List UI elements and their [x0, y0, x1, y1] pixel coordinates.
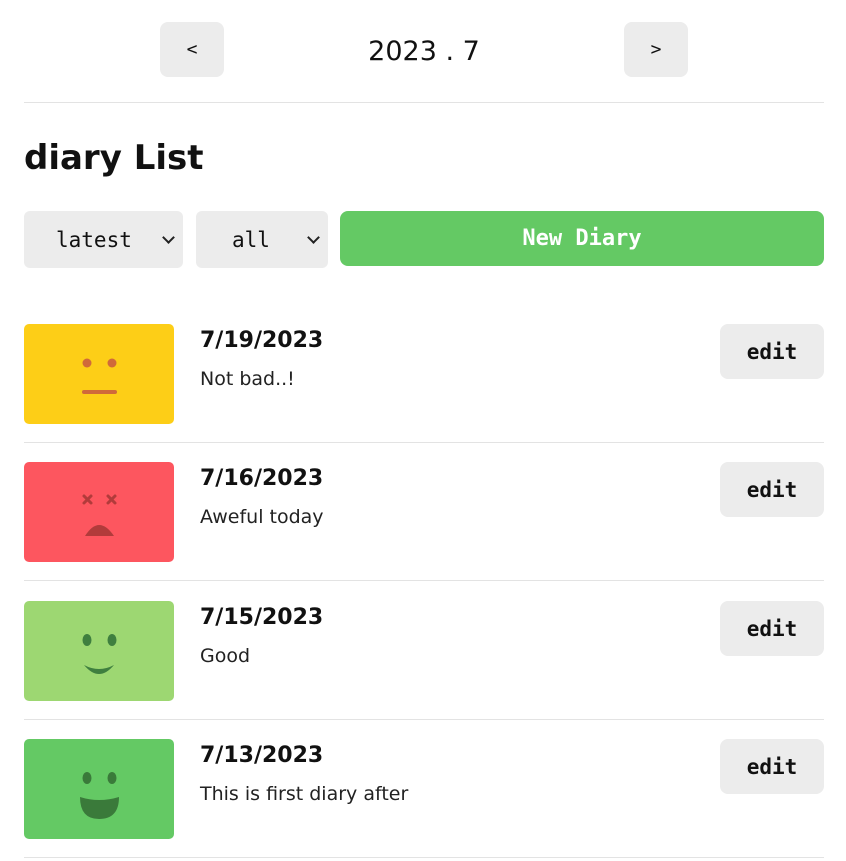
diary-content[interactable]: Not bad..! — [200, 368, 295, 390]
emotion-filter-value: all — [232, 227, 270, 252]
awful-face-icon — [82, 494, 117, 536]
diary-item: 7/16/2023 Aweful today edit — [24, 442, 824, 581]
diary-content[interactable]: Good — [200, 645, 250, 667]
diary-item: 7/13/2023 This is first diary after edit — [24, 719, 824, 858]
diary-item: 7/15/2023 Good edit — [24, 581, 824, 720]
current-month: 2023 . 7 — [368, 36, 480, 67]
diary-date: 7/13/2023 — [200, 743, 324, 768]
edit-button[interactable]: edit — [720, 462, 824, 517]
diary-date: 7/19/2023 — [200, 328, 324, 353]
sort-order-value: latest — [56, 227, 132, 252]
header: < 2023 . 7 > — [24, 0, 824, 103]
sort-order-select[interactable]: latest — [24, 211, 183, 268]
chevron-down-icon — [162, 231, 175, 244]
smile-face-icon — [82, 634, 117, 674]
neutral-face-icon — [82, 358, 117, 394]
list-title: diary List — [24, 138, 204, 178]
prev-month-button[interactable]: < — [160, 22, 224, 77]
diary-date: 7/15/2023 — [200, 605, 324, 630]
chevron-down-icon — [307, 231, 320, 244]
edit-button[interactable]: edit — [720, 601, 824, 656]
emotion-thumbnail[interactable] — [24, 739, 174, 839]
next-month-button[interactable]: > — [624, 22, 688, 77]
emotion-thumbnail[interactable] — [24, 324, 174, 424]
new-diary-button[interactable]: New Diary — [340, 211, 824, 266]
edit-button[interactable]: edit — [720, 739, 824, 794]
diary-date: 7/16/2023 — [200, 466, 324, 491]
diary-item: 7/19/2023 Not bad..! edit — [24, 304, 824, 443]
emotion-filter-select[interactable]: all — [196, 211, 328, 268]
laughing-face-icon — [80, 772, 119, 819]
emotion-thumbnail[interactable] — [24, 601, 174, 701]
diary-content[interactable]: This is first diary after — [200, 783, 408, 805]
emotion-thumbnail[interactable] — [24, 462, 174, 562]
diary-content[interactable]: Aweful today — [200, 506, 324, 528]
edit-button[interactable]: edit — [720, 324, 824, 379]
